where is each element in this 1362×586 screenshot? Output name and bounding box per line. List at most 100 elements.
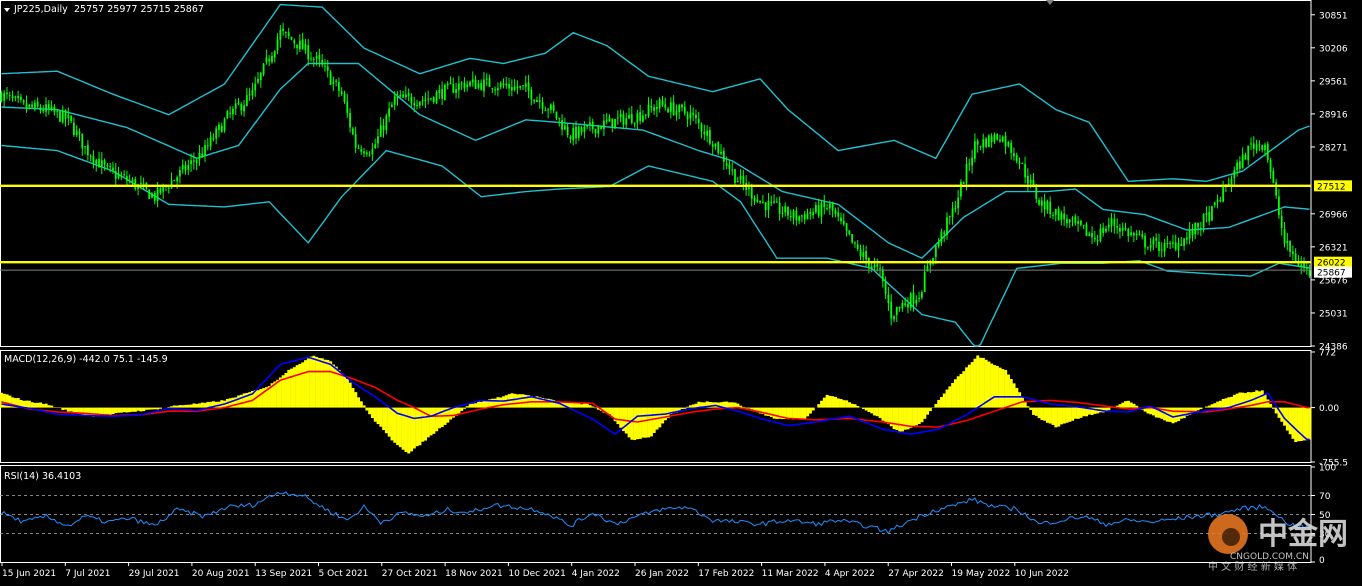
- candle: [553, 102, 555, 114]
- candle: [505, 77, 507, 89]
- macd-histogram-bar: [1305, 408, 1308, 441]
- macd-histogram-bar: [120, 408, 123, 413]
- macd-histogram-bar: [45, 404, 48, 408]
- candle-body: [801, 215, 803, 216]
- macd-histogram-bar: [460, 408, 463, 411]
- macd-histogram-bar: [502, 396, 505, 407]
- candle: [338, 78, 340, 97]
- macd-histogram-bar: [1174, 408, 1177, 423]
- candle-body: [717, 142, 719, 153]
- candle-body: [349, 113, 351, 128]
- macd-histogram-bar: [134, 408, 137, 412]
- candle: [76, 125, 78, 137]
- scroll-marker-icon[interactable]: [1046, 0, 1054, 5]
- candle: [963, 181, 965, 183]
- candle: [293, 38, 295, 48]
- macd-histogram-bar: [301, 362, 304, 407]
- candle-body: [318, 55, 320, 59]
- macd-histogram-bar: [332, 364, 335, 407]
- macd-histogram-bar: [1297, 408, 1300, 442]
- candle: [918, 292, 920, 303]
- candle-body: [1309, 270, 1311, 276]
- candle-body: [112, 168, 114, 171]
- candle: [73, 118, 75, 137]
- candle: [1027, 168, 1029, 191]
- candle: [452, 78, 454, 94]
- macd-histogram-bar: [131, 408, 134, 412]
- candle-body: [609, 117, 611, 121]
- candle-body: [821, 203, 823, 216]
- candle: [676, 104, 678, 120]
- candle-body: [968, 164, 970, 165]
- candle-body: [815, 205, 817, 212]
- time-tick-label: 20 Aug 2021: [192, 569, 250, 579]
- candle-body: [776, 201, 778, 202]
- macd-histogram-bar: [681, 408, 684, 409]
- macd-histogram-bar: [806, 408, 809, 417]
- candle: [101, 152, 103, 174]
- candle-body: [491, 88, 493, 89]
- macd-histogram-bar: [287, 370, 290, 408]
- candle-body: [795, 211, 797, 221]
- candle: [6, 87, 8, 99]
- candle: [1214, 202, 1216, 208]
- candle: [547, 108, 549, 118]
- candle: [408, 88, 410, 101]
- candle-body: [525, 83, 527, 86]
- candle: [795, 207, 797, 226]
- trading-chart: 3085130206295612891628271269662632125676…: [0, 0, 1362, 582]
- candle: [536, 97, 538, 102]
- candle: [1007, 141, 1009, 148]
- macd-histogram-bar: [996, 366, 999, 408]
- candle-body: [982, 139, 984, 147]
- macd-histogram-bar: [630, 408, 633, 440]
- candle: [890, 294, 892, 325]
- candle-body: [751, 187, 753, 199]
- macd-histogram-bar: [374, 408, 377, 422]
- candle-body: [1010, 143, 1012, 153]
- candle: [678, 104, 680, 119]
- candle-body: [729, 165, 731, 169]
- macd-histogram-bar: [522, 394, 525, 407]
- candle: [296, 45, 298, 55]
- candle: [1250, 137, 1252, 149]
- candle: [818, 199, 820, 218]
- candle-body: [226, 111, 228, 118]
- macd-label: MACD(12,26,9) -442.0 75.1 -145.9: [4, 354, 168, 365]
- macd-histogram-bar: [979, 358, 982, 408]
- candle: [793, 209, 795, 225]
- candle: [595, 129, 597, 138]
- candle-body: [59, 111, 61, 122]
- chart-canvas[interactable]: 3085130206295612891628271269662632125676…: [0, 0, 1362, 582]
- macd-histogram-bar: [881, 408, 884, 421]
- candle: [603, 114, 605, 136]
- time-tick-label: 13 Sep 2021: [255, 569, 312, 579]
- candle-body: [818, 205, 820, 216]
- macd-histogram-bar: [181, 405, 184, 407]
- candle: [254, 77, 256, 97]
- candle: [1139, 230, 1141, 235]
- candle: [1164, 239, 1166, 257]
- candle: [369, 151, 371, 157]
- macd-histogram-bar: [1261, 390, 1264, 407]
- candle-body: [756, 200, 758, 203]
- macd-histogram-bar: [1038, 408, 1041, 418]
- chart-menu-triangle-icon[interactable]: [4, 8, 10, 12]
- candle: [1144, 233, 1146, 255]
- macd-histogram-bar: [33, 403, 36, 408]
- candle: [1306, 262, 1308, 275]
- candle: [324, 59, 326, 72]
- candle: [779, 196, 781, 220]
- macd-histogram-bar: [204, 403, 207, 408]
- macd-histogram-bar: [513, 394, 516, 408]
- macd-histogram-bar: [870, 408, 873, 414]
- price-tick-label: 26966: [1319, 210, 1348, 220]
- candle-body: [67, 115, 69, 118]
- candle-body: [1144, 236, 1146, 248]
- candle-body: [330, 72, 332, 85]
- candle: [360, 145, 362, 155]
- candle: [1189, 222, 1191, 244]
- candle: [84, 146, 86, 154]
- candle: [232, 106, 234, 120]
- macd-histogram-bar: [845, 400, 848, 407]
